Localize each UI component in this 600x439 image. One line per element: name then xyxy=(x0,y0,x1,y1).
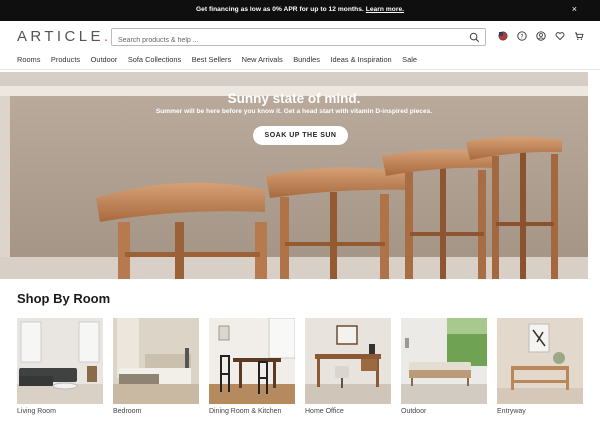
shop-by-room-title: Shop By Room xyxy=(17,291,111,306)
site-logo[interactable]: ARTICLE. xyxy=(17,28,111,45)
search-icon[interactable] xyxy=(469,32,480,43)
svg-text:?: ? xyxy=(520,33,523,40)
search-input[interactable] xyxy=(118,32,458,49)
bedroom-image xyxy=(113,318,199,404)
nav-divider xyxy=(0,69,600,70)
logo-text: ARTICLE xyxy=(17,28,104,45)
nav-item-sale[interactable]: Sale xyxy=(402,55,417,64)
promo-bar: Get financing as low as 0% APR for up to… xyxy=(0,0,600,21)
hero-title: Sunny state of mind. xyxy=(227,91,361,106)
promo-text: Get financing as low as 0% APR for up to… xyxy=(195,6,364,13)
flag-icon[interactable] xyxy=(498,31,508,41)
help-icon[interactable]: ? xyxy=(517,31,527,41)
room-label: Dining Room & Kitchen xyxy=(209,408,282,415)
room-card-bedroom[interactable]: Bedroom xyxy=(113,318,199,415)
nav-item-bundles[interactable]: Bundles xyxy=(293,55,320,64)
nav-item-products[interactable]: Products xyxy=(51,55,80,64)
promo-message: Get financing as low as 0% APR for up to… xyxy=(0,6,600,13)
room-card-dining-room-kitchen[interactable]: Dining Room & Kitchen xyxy=(209,318,295,415)
heart-icon[interactable] xyxy=(555,31,565,41)
outdoor-image xyxy=(401,318,487,404)
room-grid: Living Room Bedroom Dining Room & Kitche… xyxy=(17,318,583,415)
room-card-home-office[interactable]: Home Office xyxy=(305,318,391,415)
main-nav: Rooms Products Outdoor Sofa Collections … xyxy=(17,55,427,64)
living-room-image xyxy=(17,318,103,404)
cart-icon[interactable] xyxy=(574,31,584,41)
promo-learn-more-link[interactable]: Learn more. xyxy=(366,6,404,13)
room-label: Bedroom xyxy=(113,408,142,415)
search-bar[interactable] xyxy=(111,28,486,49)
nav-item-rooms[interactable]: Rooms xyxy=(17,55,40,64)
hero-subtitle: Summer will be here before you know it. … xyxy=(155,108,433,115)
dining-room-image xyxy=(209,318,295,404)
nav-item-ideas-inspiration[interactable]: Ideas & Inspiration xyxy=(330,55,391,64)
room-card-living-room[interactable]: Living Room xyxy=(17,318,103,415)
nav-item-best-sellers[interactable]: Best Sellers xyxy=(192,55,231,64)
nav-item-new-arrivals[interactable]: New Arrivals xyxy=(242,55,283,64)
room-label: Outdoor xyxy=(401,408,427,415)
room-card-outdoor[interactable]: Outdoor xyxy=(401,318,487,415)
room-card-entryway[interactable]: Entryway xyxy=(497,318,583,415)
nav-item-sofa-collections[interactable]: Sofa Collections xyxy=(128,55,181,64)
room-label: Living Room xyxy=(17,408,56,415)
soak-up-the-sun-button[interactable]: SOAK UP THE SUN xyxy=(253,126,348,145)
nav-item-outdoor[interactable]: Outdoor xyxy=(91,55,118,64)
room-label: Entryway xyxy=(497,408,526,415)
close-icon[interactable]: × xyxy=(572,4,577,14)
hero-banner[interactable]: Sunny state of mind. Summer will be here… xyxy=(0,72,588,279)
home-office-image xyxy=(305,318,391,404)
room-label: Home Office xyxy=(305,408,344,415)
header-icons: ? xyxy=(498,31,584,41)
account-icon[interactable] xyxy=(536,31,546,41)
entryway-image xyxy=(497,318,583,404)
